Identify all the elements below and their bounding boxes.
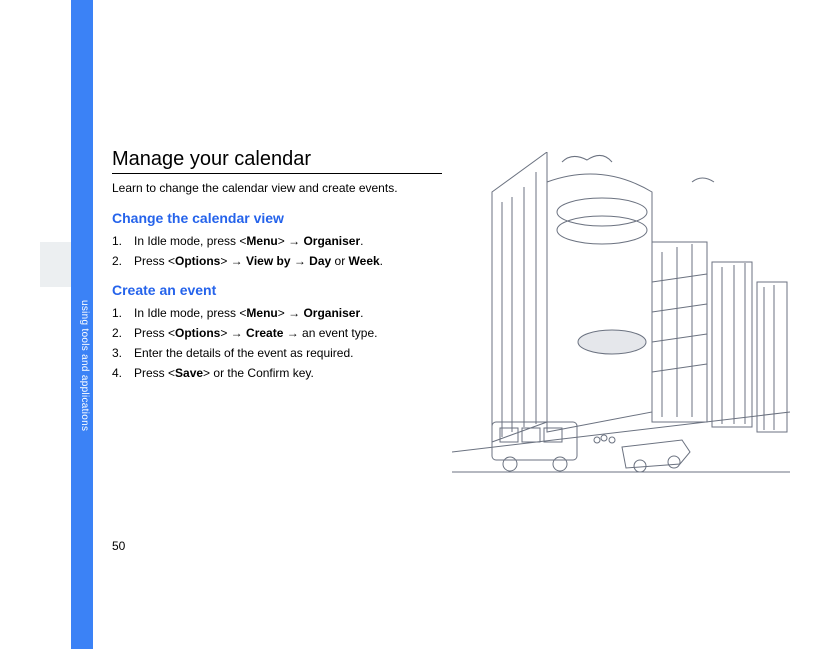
step-number: 2. xyxy=(112,252,126,270)
cityscape-illustration xyxy=(452,152,790,492)
step-number: 3. xyxy=(112,344,126,362)
list-item: 2. Press <Options> → View by → Day or We… xyxy=(112,252,442,270)
page-intro: Learn to change the calendar view and cr… xyxy=(112,180,442,196)
step-number: 1. xyxy=(112,232,126,250)
page-body: Manage your calendar Learn to change the… xyxy=(112,148,442,394)
step-text: Enter the details of the event as requir… xyxy=(134,344,353,362)
step-text: Press <Save> or the Confirm key. xyxy=(134,364,314,382)
list-item: 2. Press <Options> → Create → an event t… xyxy=(112,324,442,342)
page-number: 50 xyxy=(112,539,125,553)
section-tab-label: using tools and applications xyxy=(74,300,90,440)
margin-indent-block xyxy=(40,242,71,287)
heading-create-event: Create an event xyxy=(112,282,442,298)
heading-change-view: Change the calendar view xyxy=(112,210,442,226)
step-text: Press <Options> → Create → an event type… xyxy=(134,324,377,342)
step-text: In Idle mode, press <Menu> → Organiser. xyxy=(134,232,363,250)
page-title: Manage your calendar xyxy=(112,148,442,174)
step-number: 1. xyxy=(112,304,126,322)
manual-page: using tools and applications Manage your… xyxy=(0,0,813,649)
step-number: 4. xyxy=(112,364,126,382)
list-item: 1. In Idle mode, press <Menu> → Organise… xyxy=(112,304,442,322)
list-item: 4. Press <Save> or the Confirm key. xyxy=(112,364,442,382)
steps-change-view: 1. In Idle mode, press <Menu> → Organise… xyxy=(112,232,442,270)
list-item: 3. Enter the details of the event as req… xyxy=(112,344,442,362)
list-item: 1. In Idle mode, press <Menu> → Organise… xyxy=(112,232,442,250)
steps-create-event: 1. In Idle mode, press <Menu> → Organise… xyxy=(112,304,442,382)
step-text: Press <Options> → View by → Day or Week. xyxy=(134,252,383,270)
step-text: In Idle mode, press <Menu> → Organiser. xyxy=(134,304,363,322)
step-number: 2. xyxy=(112,324,126,342)
